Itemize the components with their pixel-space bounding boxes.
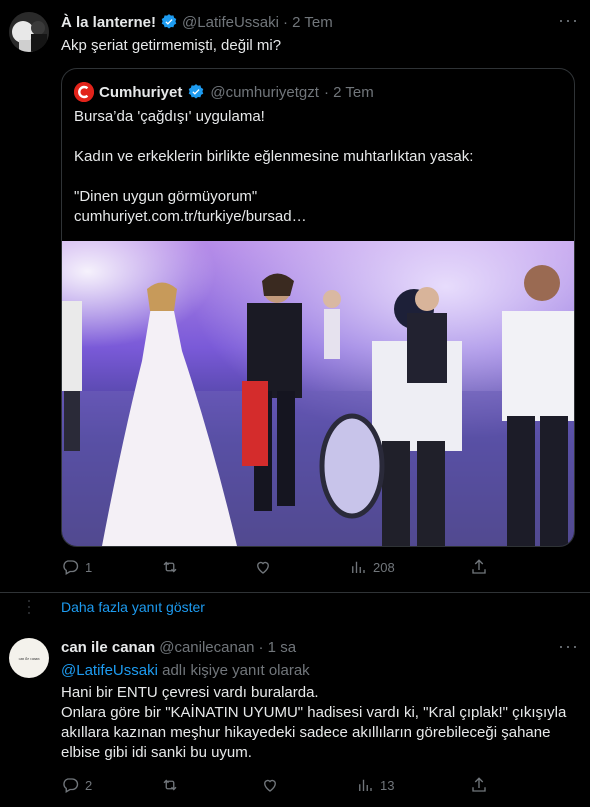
quoted-text-line: "Dinen uygun görmüyorum" (74, 188, 258, 205)
reply-to-handle[interactable]: @LatifeUssaki (61, 662, 158, 679)
tweet-2[interactable]: can ile canan can ile canan @canilecanan… (0, 626, 590, 807)
tweet-1[interactable]: À la lanterne! @LatifeUssaki · 2 Tem ···… (0, 0, 590, 592)
quoted-text-line: Bursa’da 'çağdışı' uygulama! (74, 108, 265, 125)
reply-icon (63, 560, 79, 575)
quoted-tweet-card[interactable]: Cumhuriyet @cumhuriyetgzt · 2 Tem Bursa’… (61, 68, 575, 547)
like-button[interactable] (261, 776, 285, 794)
heart-icon (264, 779, 276, 792)
quoted-author-handle[interactable]: @cumhuriyetgzt (210, 84, 319, 101)
heart-icon (257, 561, 269, 574)
tweet-text: Akp şeriat getirmemişti, değil mi? (61, 37, 282, 54)
reply-icon (63, 778, 79, 793)
quoted-link[interactable]: cumhuriyet.com.tr/turkiye/bursad… (74, 207, 307, 227)
views-chart-icon (352, 561, 365, 573)
retweet-button[interactable] (161, 776, 185, 794)
avatar[interactable]: can ile canan (9, 638, 49, 678)
tweet-text: Hani bir ENTU çevresi vardı buralarda. O… (61, 683, 581, 763)
show-more-replies[interactable]: Daha fazla yanıt göster (0, 593, 590, 623)
views-count: 208 (373, 559, 395, 575)
like-button[interactable] (254, 558, 278, 576)
share-icon (472, 777, 486, 792)
author-handle[interactable]: @canilecanan (159, 639, 254, 656)
cumhuriyet-logo-icon (74, 82, 94, 102)
show-more-link[interactable]: Daha fazla yanıt göster (61, 599, 205, 615)
tweet-text-line: Hani bir ENTU çevresi vardı buralarda. (61, 684, 319, 701)
share-icon (472, 559, 486, 574)
verified-badge-icon (187, 83, 205, 101)
retweet-icon (163, 561, 177, 573)
tweet-text-line: elbise gibi idi sanki bu uyum. (61, 744, 252, 761)
avatar[interactable] (9, 12, 49, 52)
share-button[interactable] (470, 558, 488, 580)
thread-dots (28, 600, 30, 618)
views-button[interactable]: 13 (356, 776, 394, 794)
tweet-time[interactable]: · 1 sa (259, 639, 297, 656)
reply-button[interactable]: 2 (61, 776, 92, 794)
retweet-icon (163, 779, 177, 791)
share-button[interactable] (470, 776, 488, 798)
more-options-icon[interactable]: ··· (558, 636, 579, 657)
author-name[interactable]: can ile canan (61, 639, 155, 656)
tweet-photo[interactable] (62, 241, 574, 546)
more-options-icon[interactable]: ··· (558, 10, 579, 31)
tweet-time[interactable]: · 2 Tem (283, 14, 333, 31)
retweet-button[interactable] (161, 558, 185, 576)
reply-button[interactable]: 1 (61, 558, 92, 576)
verified-badge-icon (160, 13, 178, 31)
views-chart-icon (359, 779, 372, 791)
replying-to: @LatifeUssaki adlı kişiye yanıt olarak (61, 662, 310, 679)
reply-count: 2 (85, 777, 93, 793)
author-name[interactable]: À la lanterne! (61, 14, 156, 31)
avatar-logo-text: can ile canan (18, 655, 40, 661)
author-handle[interactable]: @LatifeUssaki (182, 14, 279, 31)
views-count: 13 (380, 777, 395, 793)
tweet-text-line: Onlara göre bir "KAİNATIN UYUMU" hadises… (61, 704, 567, 721)
quoted-text-line: Kadın ve erkeklerin birlikte eğlenmesine… (74, 148, 474, 165)
tweet-text-line: akıllara kazınan meşhur hikayedeki sadec… (61, 724, 551, 741)
quoted-author-name[interactable]: Cumhuriyet (99, 84, 182, 101)
reply-count: 1 (85, 559, 93, 575)
views-button[interactable]: 208 (349, 558, 395, 576)
reply-to-suffix: adlı kişiye yanıt olarak (157, 662, 310, 679)
quoted-tweet-time[interactable]: · 2 Tem (324, 84, 374, 101)
